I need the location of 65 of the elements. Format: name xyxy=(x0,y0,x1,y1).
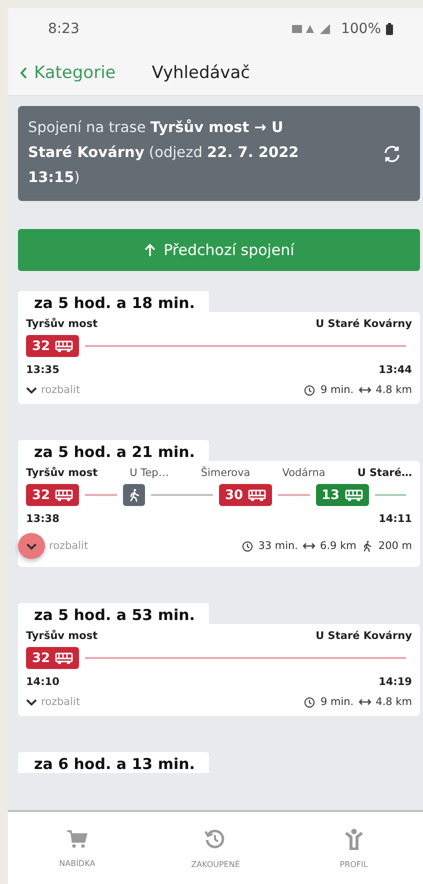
connection-card[interactable]: Tyršův most U Tep… Šimerova Vodárna U Staré… 32 30 13 13:38 14:11 rozbalit 33 min. 6.9 km 200 m xyxy=(18,461,420,567)
previous-connections-button[interactable]: Předchozí spojení xyxy=(18,229,420,271)
stop-name: U Staré… xyxy=(357,467,412,479)
trip-distance: 4.8 km xyxy=(376,696,412,708)
up-arrow-icon xyxy=(144,243,156,257)
connection-card[interactable]: Tyršův most U Staré Kovárny 32 13:35 13:44 rozbalit 9 min. 4.8 km xyxy=(18,312,420,404)
bus-icon xyxy=(55,652,74,664)
distance-arrow-icon xyxy=(303,543,316,549)
stop-name: U Tep… xyxy=(130,467,169,479)
departure-countdown: za 5 hod. a 53 min. xyxy=(18,603,209,624)
stop-name: Šimerova xyxy=(200,467,250,479)
expand-toggle[interactable]: rozbalit xyxy=(26,384,80,396)
clock-icon xyxy=(304,384,316,396)
stop-name: U Staré Kovárny xyxy=(316,630,412,642)
trip-distance: 4.8 km xyxy=(376,384,412,396)
stop-name: Vodárna xyxy=(282,467,326,479)
bus-line-badge: 32 xyxy=(26,335,80,357)
refresh-icon[interactable] xyxy=(382,144,402,164)
distance-arrow-icon xyxy=(358,699,371,705)
arrival-time: 14:11 xyxy=(378,513,412,525)
expand-toggle[interactable]: rozbalit xyxy=(18,533,88,559)
bus-icon xyxy=(55,489,74,501)
expand-toggle[interactable]: rozbalit xyxy=(26,696,80,708)
battery-percent: 100% xyxy=(340,21,381,37)
route-info-text: Spojení na trase Tyršův most → U Staré Kovárny (odjezd 22. 7. 2022 13:15) xyxy=(28,118,300,188)
departure-time: 13:35 xyxy=(26,364,60,376)
departure-time: 14:10 xyxy=(26,676,60,688)
battery-icon xyxy=(386,23,393,35)
departure-countdown: za 6 hod. a 13 min. xyxy=(18,752,209,773)
screen-title: Vyhledávač xyxy=(152,62,250,82)
back-chevron-icon xyxy=(20,66,28,78)
nav-tab[interactable]: NABÍDKA xyxy=(22,828,132,868)
walking-person-icon xyxy=(361,540,374,552)
trip-duration: 9 min. xyxy=(320,384,354,396)
connection-card[interactable]: Tyršův most U Staré Kovárny 32 14:10 14:19 rozbalit 9 min. 4.8 km xyxy=(18,624,420,716)
departure-countdown: za 5 hod. a 18 min. xyxy=(18,291,209,312)
cart-icon xyxy=(66,828,88,848)
clock-icon xyxy=(242,540,254,552)
stop-name: Tyršův most xyxy=(26,630,98,642)
bus-line-badge: 32 xyxy=(26,647,80,669)
bus-line-badge: 13 xyxy=(316,484,369,506)
departure-time: 13:38 xyxy=(26,513,60,525)
distance-arrow-icon xyxy=(358,387,371,393)
nav-tab[interactable]: ZAKOUPENÉ xyxy=(160,826,270,870)
stop-name: U Staré Kovárny xyxy=(316,318,412,330)
bus-icon xyxy=(55,340,74,352)
bus-icon xyxy=(344,489,363,501)
bus-line-badge: 30 xyxy=(219,484,272,506)
bus-icon xyxy=(248,489,266,501)
back-link[interactable]: Kategorie xyxy=(20,62,116,82)
nav-tab[interactable]: PROFIL xyxy=(298,826,409,870)
history-icon xyxy=(204,828,226,850)
person-icon xyxy=(344,828,364,850)
arrival-time: 14:19 xyxy=(378,676,412,688)
trip-duration: 9 min. xyxy=(320,696,354,708)
clock-icon xyxy=(304,696,316,708)
stop-name: Tyršův most xyxy=(26,467,98,479)
trip-distance: 6.9 km xyxy=(320,540,356,552)
arrival-time: 13:44 xyxy=(378,364,412,376)
bus-line-badge: 32 xyxy=(26,484,80,506)
departure-countdown: za 5 hod. a 21 min. xyxy=(18,440,209,461)
stop-name: Tyršův most xyxy=(26,318,98,330)
walk-distance: 200 m xyxy=(378,540,412,552)
trip-duration: 33 min. xyxy=(258,540,298,552)
clock-time: 8:23 xyxy=(48,21,80,37)
